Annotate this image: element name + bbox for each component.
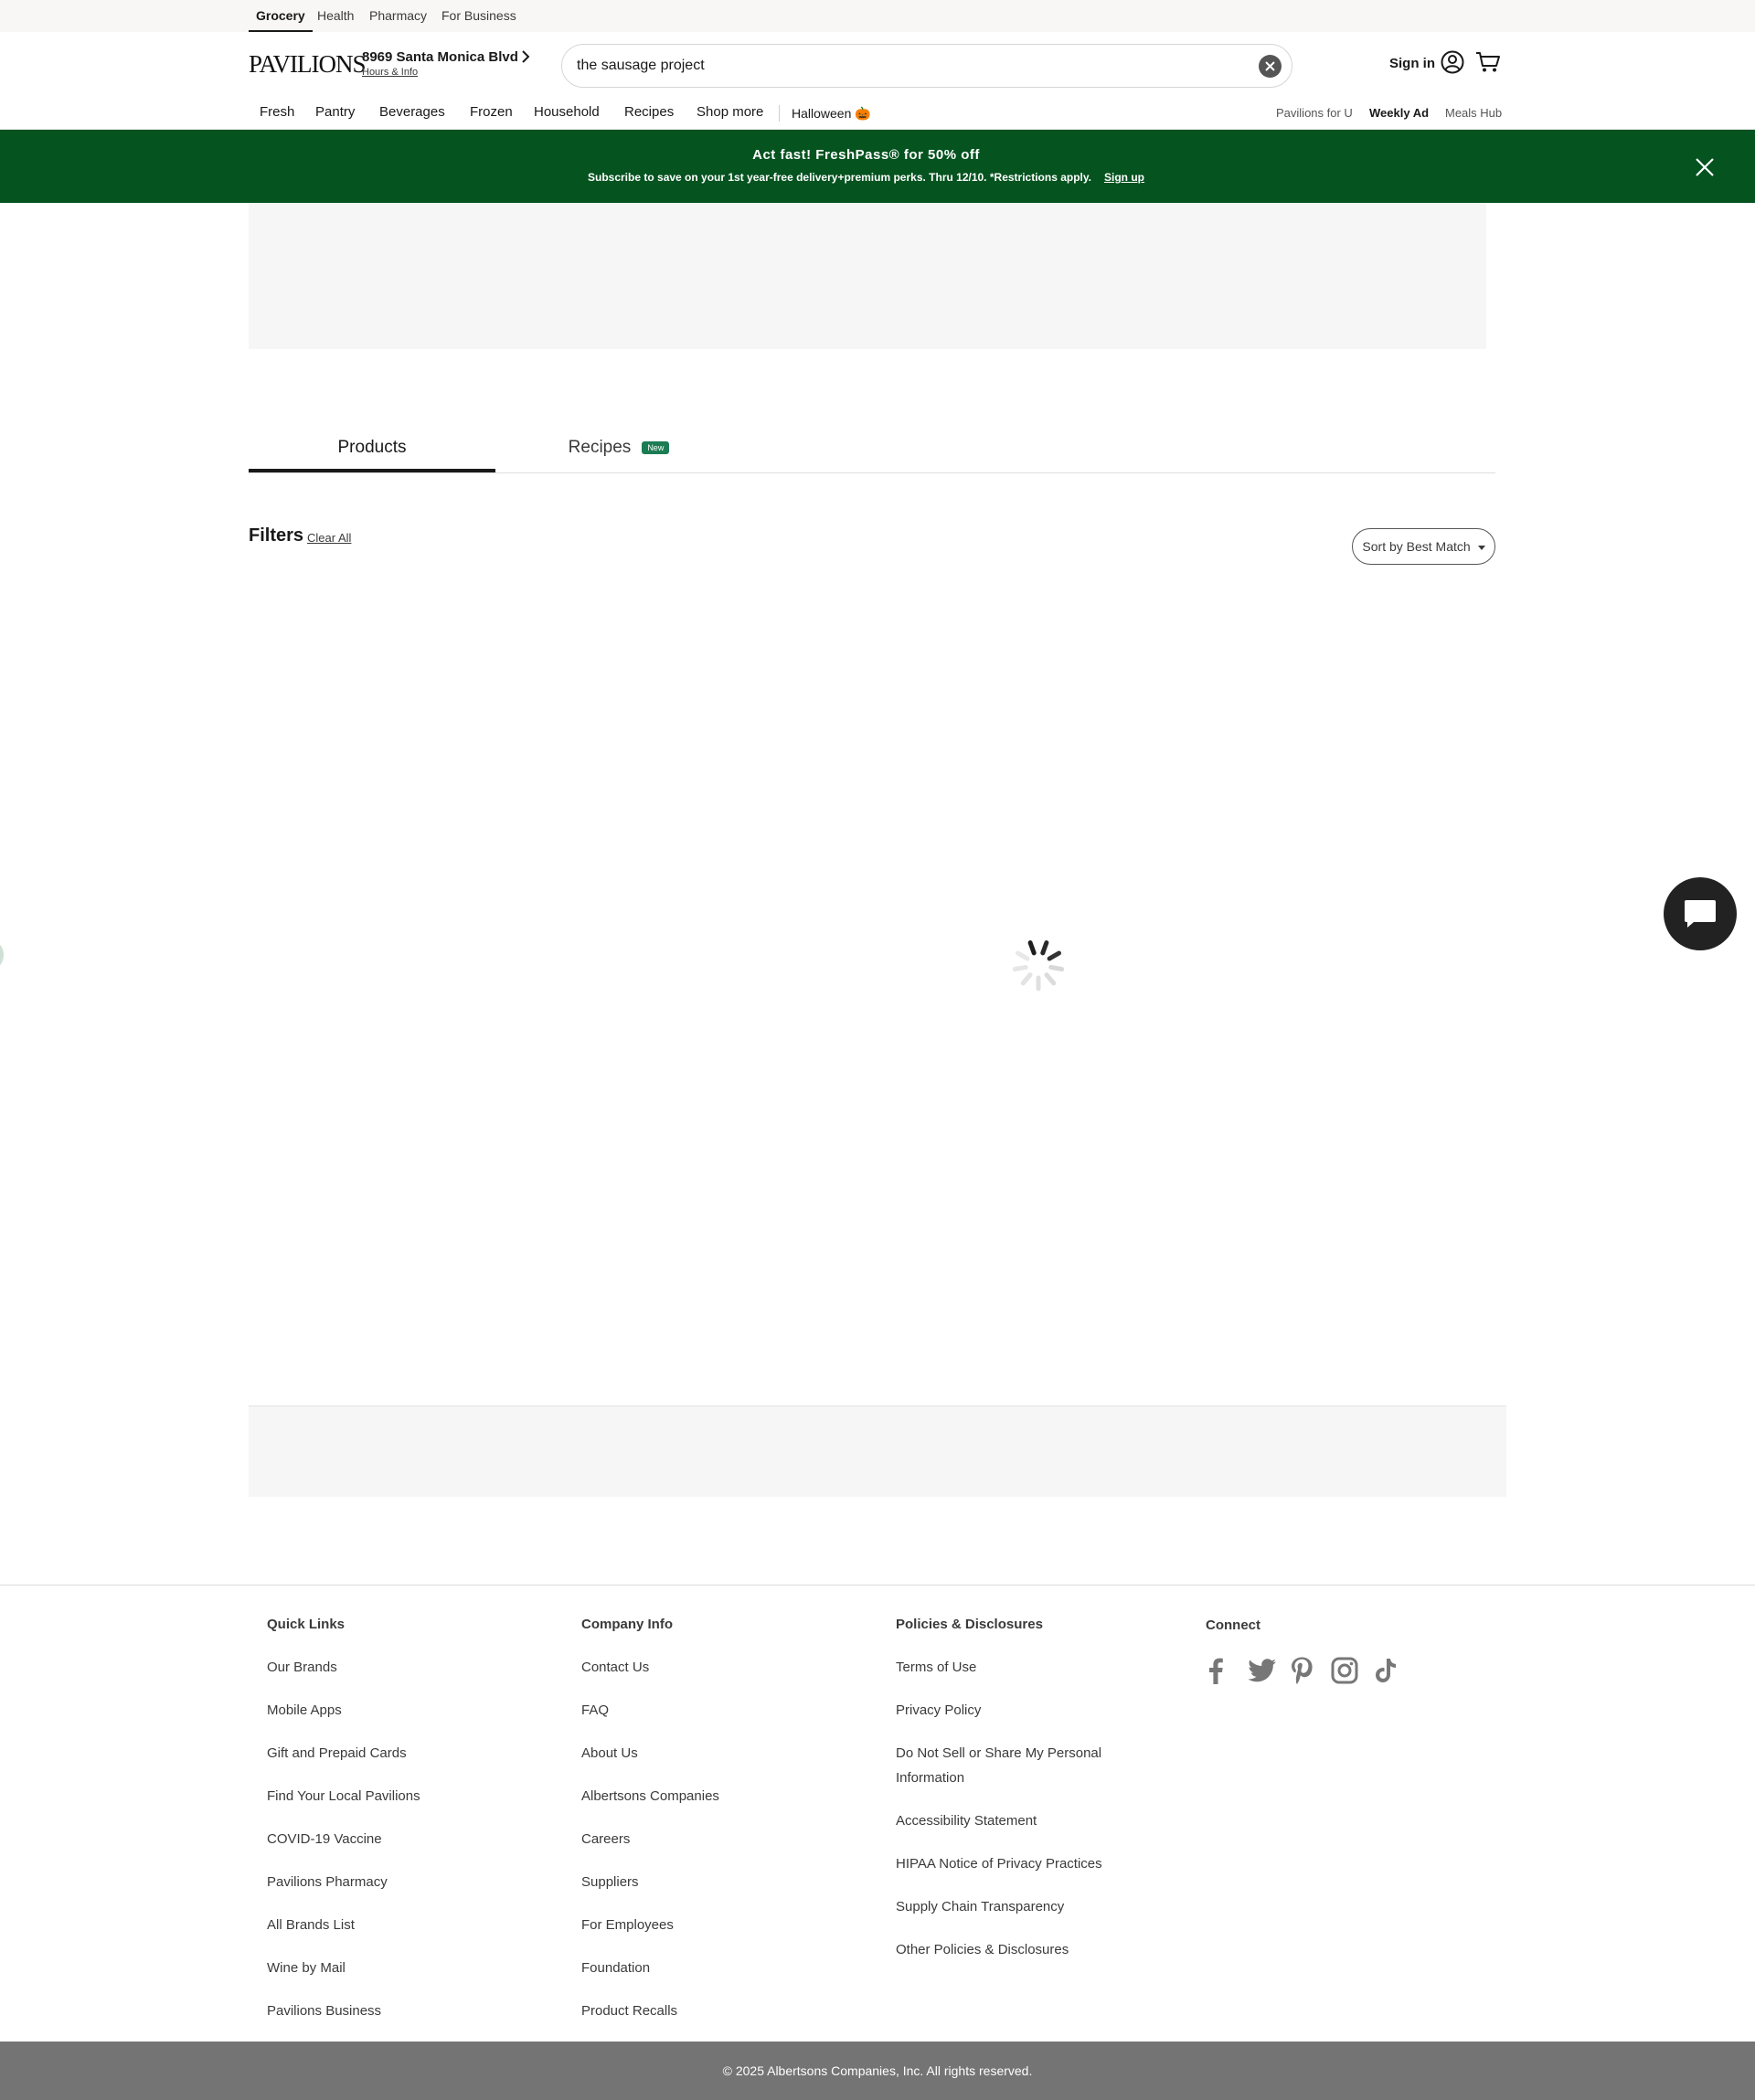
tab-recipes[interactable]: Recipes New [495, 420, 742, 472]
footer-link[interactable]: Other Policies & Disclosures [896, 1937, 1069, 1962]
site-header: PAVILIONS 8969 Santa Monica Blvd Hours &… [0, 32, 1755, 130]
footer-link[interactable]: Our Brands [267, 1655, 337, 1680]
utility-bar: Grocery Health Pharmacy For Business [0, 0, 1755, 32]
footer-link[interactable]: Foundation [581, 1956, 650, 1980]
footer-link[interactable]: Do Not Sell or Share My Personal [896, 1741, 1101, 1766]
nav-meals-hub[interactable]: Meals Hub [1445, 106, 1502, 120]
new-badge: New [642, 440, 670, 454]
pavilions-logo[interactable]: PAVILIONS [249, 50, 367, 79]
tab-products-label: Products [337, 438, 407, 457]
footer-link[interactable]: Find Your Local Pavilions [267, 1784, 420, 1808]
footer-link[interactable]: For Employees [581, 1913, 674, 1937]
nav-pantry[interactable]: Pantry [315, 104, 355, 120]
pinterest-icon[interactable] [1290, 1657, 1314, 1689]
close-icon[interactable] [1696, 158, 1714, 181]
ad-placeholder-bottom [249, 1405, 1506, 1497]
nav-fresh[interactable]: Fresh [260, 104, 294, 120]
site-footer: Quick Links Our Brands Mobile Apps Gift … [0, 1585, 1755, 2042]
footer-link[interactable]: Gift and Prepaid Cards [267, 1741, 407, 1766]
footer-link[interactable]: Accessibility Statement [896, 1808, 1037, 1833]
promo-title: Act fast! FreshPass® for 50% off [752, 147, 980, 163]
nav-pavilions-for-u[interactable]: Pavilions for U [1276, 106, 1353, 120]
footer-link[interactable]: Supply Chain Transparency [896, 1894, 1064, 1919]
footer-link[interactable]: Pavilions Business [267, 1999, 381, 2023]
sort-label: Sort by Best Match [1362, 539, 1471, 554]
util-tab-for-business[interactable]: For Business [441, 0, 516, 32]
footer-link[interactable]: COVID-19 Vaccine [267, 1827, 382, 1851]
feedback-edge-tab[interactable] [0, 939, 4, 971]
nav-household[interactable]: Household [534, 104, 600, 120]
tiktok-icon[interactable] [1375, 1658, 1397, 1688]
footer-link[interactable]: About Us [581, 1741, 638, 1766]
close-circle-icon [1265, 61, 1275, 71]
footer-link[interactable]: HIPAA Notice of Privacy Practices [896, 1851, 1102, 1876]
store-hours-link[interactable]: Hours & Info [362, 67, 418, 78]
footer-link[interactable]: FAQ [581, 1698, 609, 1723]
footer-link-continued[interactable]: Information [896, 1766, 964, 1790]
results-tabs: Products Recipes New [249, 420, 1495, 473]
footer-link[interactable]: Careers [581, 1827, 630, 1851]
ad-placeholder-top [249, 203, 1486, 349]
clear-search-button[interactable] [1259, 55, 1282, 78]
chat-bubble-icon [1685, 900, 1716, 928]
nav-divider [779, 105, 780, 122]
footer-link[interactable]: Privacy Policy [896, 1698, 981, 1723]
facebook-icon[interactable] [1207, 1657, 1224, 1689]
nav-shop-more[interactable]: Shop more [697, 104, 763, 120]
footer-link[interactable]: Albertsons Companies [581, 1784, 719, 1808]
footer-heading-connect: Connect [1206, 1617, 1260, 1633]
filters-title: Filters [249, 525, 304, 546]
footer-link[interactable]: Product Recalls [581, 1999, 677, 2023]
chat-button[interactable] [1664, 877, 1737, 950]
search-bar [561, 44, 1292, 88]
caret-down-icon [1477, 545, 1485, 550]
clear-all-filters-link[interactable]: Clear All [307, 531, 351, 545]
util-tab-grocery[interactable]: Grocery [249, 0, 313, 32]
footer-link[interactable]: Mobile Apps [267, 1698, 342, 1723]
user-circle-icon[interactable] [1441, 50, 1464, 79]
promo-body: Subscribe to save on your 1st year-free … [0, 171, 1732, 184]
nav-halloween[interactable]: Halloween 🎃 [792, 106, 871, 122]
promo-sign-up-link[interactable]: Sign up [1104, 171, 1144, 184]
store-address[interactable]: 8969 Santa Monica Blvd [362, 49, 518, 65]
copyright-bar: © 2025 Albertsons Companies, Inc. All ri… [0, 2042, 1755, 2100]
search-input[interactable] [577, 45, 1217, 87]
instagram-icon[interactable] [1331, 1657, 1358, 1689]
cart-icon[interactable] [1475, 51, 1501, 78]
tab-recipes-label: Recipes [568, 438, 632, 457]
nav-frozen[interactable]: Frozen [470, 104, 513, 120]
footer-heading-company-info: Company Info [581, 1617, 673, 1632]
sign-in-button[interactable]: Sign in [1389, 56, 1435, 71]
tab-products[interactable]: Products [249, 420, 495, 472]
footer-link[interactable]: Suppliers [581, 1870, 639, 1894]
footer-link[interactable]: Contact Us [581, 1655, 649, 1680]
promo-banner: Act fast! FreshPass® for 50% off Subscri… [0, 130, 1755, 203]
util-tab-health[interactable]: Health [317, 0, 354, 32]
nav-weekly-ad[interactable]: Weekly Ad [1369, 106, 1429, 120]
chevron-right-icon [521, 49, 530, 68]
footer-link[interactable]: Wine by Mail [267, 1956, 346, 1980]
util-tab-pharmacy[interactable]: Pharmacy [369, 0, 427, 32]
footer-link[interactable]: All Brands List [267, 1913, 355, 1937]
loading-spinner-icon [1009, 936, 1068, 994]
nav-recipes[interactable]: Recipes [624, 104, 674, 120]
promo-body-text: Subscribe to save on your 1st year-free … [588, 171, 1091, 184]
footer-link[interactable]: Terms of Use [896, 1655, 976, 1680]
sort-dropdown[interactable]: Sort by Best Match [1352, 528, 1495, 565]
nav-beverages[interactable]: Beverages [379, 104, 445, 120]
footer-heading-quick-links: Quick Links [267, 1617, 346, 1632]
twitter-icon[interactable] [1248, 1659, 1277, 1687]
footer-link[interactable]: Pavilions Pharmacy [267, 1870, 388, 1894]
copyright-text: © 2025 Albertsons Companies, Inc. All ri… [722, 2063, 1033, 2078]
footer-heading-policies: Policies & Disclosures [896, 1617, 1043, 1632]
